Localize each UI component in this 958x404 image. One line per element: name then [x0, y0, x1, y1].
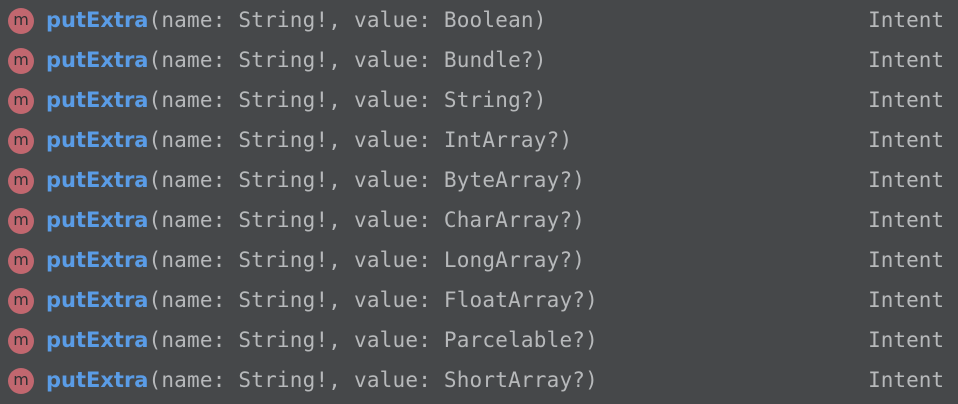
- completion-item[interactable]: m putExtra(name: String!, value: IntArra…: [0, 120, 958, 160]
- method-signature: putExtra(name: String!, value: FloatArra…: [46, 280, 598, 320]
- method-params: (name: String!, value: String?): [148, 88, 547, 112]
- method-name: putExtra: [46, 248, 149, 272]
- method-params: (name: String!, value: Parcelable?): [148, 328, 598, 352]
- return-type: Intent: [868, 288, 944, 312]
- method-icon: m: [8, 368, 34, 394]
- method-signature: putExtra(name: String!, value: LongArray…: [46, 240, 585, 280]
- method-name: putExtra: [46, 128, 149, 152]
- method-signature: putExtra(name: String!, value: ShortArra…: [46, 360, 598, 400]
- return-type: Intent: [868, 248, 944, 272]
- return-type: Intent: [868, 168, 944, 192]
- method-params: (name: String!, value: Boolean): [148, 8, 547, 32]
- method-name: putExtra: [46, 288, 149, 312]
- completion-item[interactable]: m putExtra(name: String!, value: FloatAr…: [0, 280, 958, 320]
- completion-item[interactable]: m putExtra(name: String!, value: ShortAr…: [0, 360, 958, 400]
- method-icon: m: [8, 248, 34, 274]
- code-completion-popup: m putExtra(name: String!, value: Boolean…: [0, 0, 958, 404]
- method-params: (name: String!, value: Bundle?): [148, 48, 547, 72]
- method-name: putExtra: [46, 208, 149, 232]
- method-signature: putExtra(name: String!, value: IntArray?…: [46, 120, 572, 160]
- method-params: (name: String!, value: FloatArray?): [148, 288, 598, 312]
- completion-item[interactable]: m putExtra(name: String!, value: ByteArr…: [0, 160, 958, 200]
- method-params: (name: String!, value: CharArray?): [148, 208, 586, 232]
- method-icon: m: [8, 208, 34, 234]
- completion-item[interactable]: m putExtra(name: String!, value: LongArr…: [0, 240, 958, 280]
- return-type: Intent: [868, 8, 944, 32]
- return-type: Intent: [868, 328, 944, 352]
- method-params: (name: String!, value: ByteArray?): [148, 168, 586, 192]
- method-name: putExtra: [46, 48, 149, 72]
- return-type: Intent: [868, 368, 944, 392]
- method-signature: putExtra(name: String!, value: Parcelabl…: [46, 320, 598, 360]
- method-signature: putExtra(name: String!, value: String?): [46, 80, 547, 120]
- method-icon: m: [8, 88, 34, 114]
- method-name: putExtra: [46, 328, 149, 352]
- method-name: putExtra: [46, 88, 149, 112]
- method-icon: m: [8, 128, 34, 154]
- method-name: putExtra: [46, 168, 149, 192]
- method-icon: m: [8, 48, 34, 74]
- method-name: putExtra: [46, 368, 149, 392]
- method-signature: putExtra(name: String!, value: Bundle?): [46, 40, 547, 80]
- return-type: Intent: [868, 88, 944, 112]
- method-name: putExtra: [46, 8, 149, 32]
- method-params: (name: String!, value: ShortArray?): [148, 368, 598, 392]
- completion-item[interactable]: m putExtra(name: String!, value: Boolean…: [0, 0, 958, 40]
- method-params: (name: String!, value: IntArray?): [148, 128, 573, 152]
- return-type: Intent: [868, 48, 944, 72]
- method-signature: putExtra(name: String!, value: ByteArray…: [46, 160, 585, 200]
- completion-item[interactable]: m putExtra(name: String!, value: CharArr…: [0, 200, 958, 240]
- method-signature: putExtra(name: String!, value: CharArray…: [46, 200, 585, 240]
- method-params: (name: String!, value: LongArray?): [148, 248, 586, 272]
- method-icon: m: [8, 288, 34, 314]
- method-icon: m: [8, 8, 34, 34]
- completion-item[interactable]: m putExtra(name: String!, value: Parcela…: [0, 320, 958, 360]
- method-icon: m: [8, 168, 34, 194]
- method-icon: m: [8, 328, 34, 354]
- completion-item[interactable]: m putExtra(name: String!, value: Bundle?…: [0, 40, 958, 80]
- method-signature: putExtra(name: String!, value: Boolean): [46, 0, 547, 40]
- completion-item[interactable]: m putExtra(name: String!, value: String?…: [0, 80, 958, 120]
- return-type: Intent: [868, 128, 944, 152]
- return-type: Intent: [868, 208, 944, 232]
